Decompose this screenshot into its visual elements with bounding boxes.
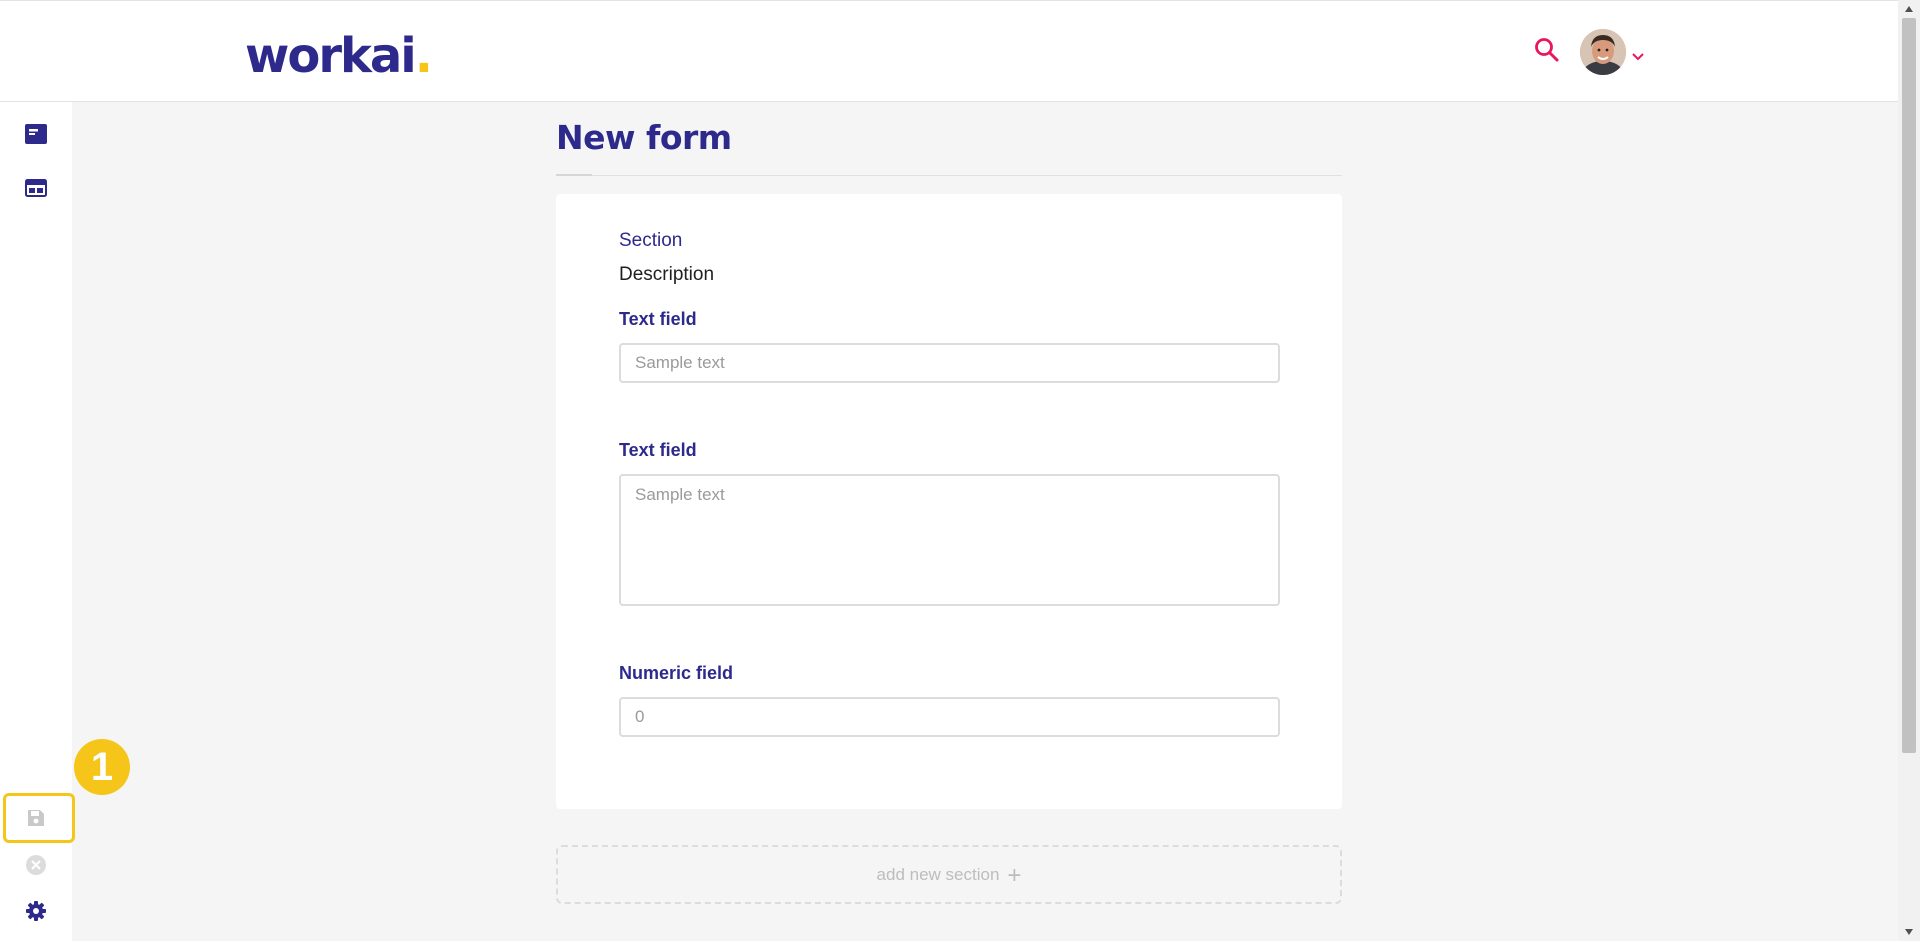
title-divider (556, 175, 1342, 176)
numeric-field-placeholder: 0 (635, 707, 645, 726)
text-field-label-1: Text field (619, 309, 697, 329)
text-field-placeholder-1: Sample text (635, 353, 725, 372)
add-new-section-label: add new section (876, 864, 1000, 884)
layout-icon[interactable] (24, 176, 48, 200)
numeric-field-label: Numeric field (619, 663, 734, 683)
section-label[interactable]: Section (619, 230, 682, 252)
workai-logo[interactable]: workai. (245, 27, 433, 85)
top-header: workai. (0, 0, 1898, 102)
scroll-up-arrow-icon[interactable] (1904, 5, 1914, 13)
text-area-placeholder: Sample text (635, 485, 725, 504)
scroll-down-arrow-icon[interactable] (1904, 928, 1914, 936)
step-badge: 1 (74, 739, 130, 795)
user-avatar[interactable] (1580, 29, 1626, 75)
text-field-input-1[interactable]: Sample text (619, 343, 1280, 383)
text-area-input[interactable]: Sample text (619, 474, 1280, 606)
plus-icon: + (1007, 861, 1022, 889)
numeric-field-input[interactable]: 0 (619, 697, 1280, 737)
logo-dot: . (414, 28, 433, 84)
logo-text: workai (245, 28, 417, 84)
text-field-label-2: Text field (619, 440, 697, 460)
save-highlight-box (3, 793, 75, 843)
chevron-down-icon[interactable] (1631, 47, 1645, 61)
close-icon[interactable] (24, 853, 48, 877)
search-icon[interactable] (1534, 37, 1560, 63)
section-description[interactable]: Description (619, 264, 714, 286)
vertical-scrollbar[interactable] (1898, 0, 1920, 941)
scrollbar-thumb[interactable] (1902, 18, 1916, 753)
page-title: New form (556, 118, 732, 157)
title-divider-accent (556, 174, 592, 176)
add-new-section-button[interactable]: add new section + (556, 845, 1342, 904)
gear-icon[interactable] (24, 899, 48, 923)
view-icon[interactable] (24, 122, 48, 146)
